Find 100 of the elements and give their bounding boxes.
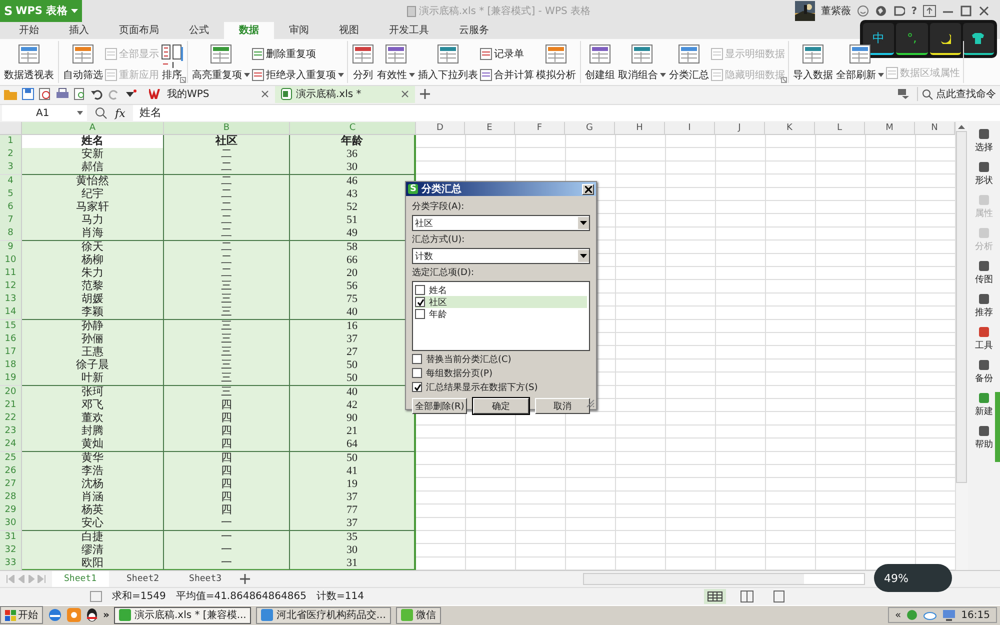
side-panel-button[interactable]: 选择 (974, 128, 993, 154)
column-header[interactable]: K (765, 122, 815, 136)
side-panel-button[interactable]: 形状 (974, 161, 993, 188)
column-header[interactable]: F (515, 122, 565, 136)
checkbox[interactable] (412, 382, 422, 392)
scroll-thumb[interactable] (956, 131, 968, 484)
ribbon-button[interactable]: 数据透视表 (3, 42, 55, 83)
row-header[interactable]: 24 (0, 438, 22, 452)
row-header[interactable]: 20 (0, 386, 22, 400)
row-header[interactable]: 15 (0, 320, 22, 334)
checkbox[interactable] (412, 354, 422, 364)
row-header[interactable]: 4 (0, 174, 22, 189)
side-panel-button[interactable]: 新建 (974, 392, 993, 418)
column-header[interactable]: C (290, 122, 416, 136)
zoom-icon[interactable] (95, 107, 107, 120)
input-method-key[interactable]: 中 (863, 23, 894, 55)
row-header[interactable]: 3 (0, 161, 22, 176)
dialog-button[interactable]: 全部删除(R) (412, 398, 468, 414)
row-header[interactable]: 23 (0, 425, 22, 440)
column-header[interactable]: H (615, 122, 665, 136)
sheet-tab[interactable]: Sheet3 (177, 571, 234, 588)
row-header[interactable]: 9 (0, 240, 22, 255)
close-icon[interactable] (978, 5, 990, 17)
row-header[interactable]: 22 (0, 412, 22, 426)
ribbon-button[interactable]: 合并计算 (480, 68, 534, 82)
row-header[interactable]: 11 (0, 266, 22, 281)
dropdown-field[interactable]: 计数 (412, 248, 590, 264)
speed-ball-widget[interactable]: 49% (874, 564, 952, 592)
row-header[interactable]: 26 (0, 464, 22, 479)
start-button[interactable]: 开始 (0, 606, 43, 624)
ribbon-button[interactable]: 记录单 (480, 47, 534, 62)
ribbon-button[interactable]: 有效性 (376, 42, 416, 83)
horizontal-scrollbar[interactable] (583, 573, 865, 586)
app-menu-button[interactable]: S WPS 表格 (0, 0, 82, 22)
row-header[interactable]: 27 (0, 478, 22, 492)
close-icon[interactable] (261, 90, 269, 98)
row-header[interactable]: 10 (0, 254, 22, 268)
side-panel-button[interactable]: 工具 (974, 326, 993, 352)
side-panel-button[interactable]: 传图 (974, 260, 993, 286)
row-header[interactable]: 30 (0, 517, 22, 532)
row-header[interactable]: 31 (0, 530, 22, 545)
globe-icon[interactable] (875, 5, 888, 17)
ribbon-tab[interactable]: 开发工具 (374, 22, 444, 39)
input-method-key[interactable] (962, 23, 994, 55)
print-icon[interactable] (56, 88, 69, 100)
row-header[interactable]: 5 (0, 188, 22, 202)
column-header[interactable]: G (565, 122, 615, 136)
cloud-icon[interactable] (923, 610, 938, 620)
document-tab[interactable]: 演示底稿.xls * (275, 86, 415, 103)
side-panel-button[interactable]: 备份 (974, 359, 993, 386)
tray-expand-button[interactable]: « (895, 610, 902, 621)
save-icon[interactable] (22, 88, 34, 100)
vertical-scrollbar[interactable] (955, 122, 968, 570)
checkbox[interactable] (415, 297, 425, 307)
pdf-icon[interactable] (39, 88, 51, 100)
ribbon-button[interactable]: 创建组 (584, 42, 616, 83)
customize-icon[interactable] (125, 89, 137, 100)
ribbon-button[interactable]: 排序 (160, 42, 184, 83)
checkbox[interactable] (415, 309, 425, 319)
document-tab[interactable]: 我的WPS (143, 86, 275, 103)
ribbon-button[interactable]: 删除重复项 (252, 47, 344, 62)
column-header[interactable]: L (815, 122, 865, 136)
column-header[interactable]: D (416, 122, 465, 136)
column-header[interactable]: E (465, 122, 515, 136)
dialog-button[interactable]: 取消 (534, 398, 590, 414)
taskbar-overflow-button[interactable]: » (103, 610, 110, 621)
skin-icon[interactable] (893, 5, 906, 17)
dialog-button[interactable]: 确定 (473, 398, 529, 414)
dropdown-field[interactable]: 社区 (412, 215, 590, 231)
row-header[interactable]: 32 (0, 544, 22, 558)
function-button[interactable]: fx (115, 106, 126, 120)
row-header[interactable]: 16 (0, 332, 22, 347)
taskbar-button[interactable]: 河北省医疗机构药品交... (256, 606, 391, 624)
restore-ribbon-icon[interactable] (923, 5, 936, 17)
row-header[interactable]: 12 (0, 280, 22, 294)
list-box[interactable]: 姓名 社区 年龄 (412, 281, 590, 351)
ribbon-button[interactable]: 拒绝录入重复项 (252, 68, 344, 82)
column-header[interactable]: M (865, 122, 915, 136)
list-item[interactable]: 姓名 (415, 284, 587, 296)
input-method-key[interactable]: °, (896, 23, 928, 55)
row-header[interactable]: 2 (0, 148, 22, 162)
browser-icon[interactable] (48, 608, 62, 622)
row-header[interactable]: 25 (0, 452, 22, 466)
ribbon-tab[interactable]: 云服务 (444, 22, 504, 39)
normal-view-icon[interactable] (704, 588, 726, 604)
undo-icon[interactable] (91, 88, 103, 100)
ribbon-tab[interactable]: 页面布局 (104, 22, 174, 39)
taskbar-button[interactable]: 演示底稿.xls * [兼容模... (114, 606, 252, 624)
row-header[interactable]: 13 (0, 293, 22, 308)
dialog-launcher-icon[interactable] (180, 76, 186, 83)
row-header[interactable]: 29 (0, 504, 22, 518)
ribbon-button[interactable]: 插入下拉列表 (417, 42, 479, 83)
close-icon[interactable] (401, 90, 409, 98)
add-sheet-icon[interactable] (240, 574, 250, 584)
list-item[interactable]: 年龄 (415, 308, 587, 320)
checkbox-label[interactable]: 每组数据分页(P) (426, 366, 492, 380)
row-header[interactable]: 28 (0, 491, 22, 506)
input-method-key[interactable] (930, 23, 961, 55)
taskbar-button[interactable]: 微信 (396, 606, 441, 624)
row-header[interactable]: 8 (0, 227, 22, 242)
